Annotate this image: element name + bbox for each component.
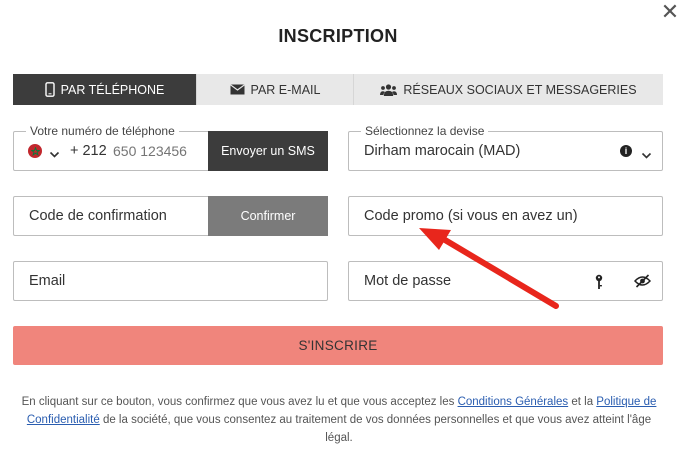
tab-social[interactable]: RÉSEAUX SOCIAUX ET MESSAGERIES [354,74,663,105]
envelope-icon [229,84,245,95]
chevron-down-icon[interactable] [641,147,652,165]
confirmation-code-placeholder: Code de confirmation [29,208,167,224]
email-field[interactable]: Email [13,261,328,301]
legal-text-part-1: En cliquant sur ce bouton, vous confirme… [21,396,458,408]
dial-code: + 212 [70,143,107,159]
currency-select[interactable]: Sélectionnez la devise Dirham marocain (… [348,124,663,171]
tab-social-label: RÉSEAUX SOCIAUX ET MESSAGERIES [403,82,637,97]
promo-code-field[interactable]: Code promo (si vous en avez un) [348,196,663,236]
send-sms-button[interactable]: Envoyer un SMS [208,131,328,171]
currency-value: Dirham marocain (MAD) [364,143,521,159]
tab-email-label: PAR E-MAIL [250,82,321,97]
morocco-flag-icon[interactable] [28,144,42,158]
legal-text-part-2: et la [568,396,597,408]
eye-slash-icon[interactable] [633,274,652,293]
terms-link[interactable]: Conditions Générales [458,396,569,408]
legal-text: En cliquant sur ce bouton, vous confirme… [14,393,664,447]
key-icon[interactable] [595,274,603,295]
password-field[interactable]: Mot de passe [348,261,663,301]
tab-email[interactable]: PAR E-MAIL [197,74,354,105]
legal-text-part-3: de la société, que vous consentez au tra… [99,414,652,444]
phone-icon [44,82,55,97]
chevron-down-icon[interactable] [49,146,60,164]
password-placeholder: Mot de passe [364,273,452,289]
registration-tabs: PAR TÉLÉPHONE PAR E-MAIL RÉSEAUX SOCIAUX… [13,74,663,105]
phone-input[interactable] [113,141,205,161]
confirm-button[interactable]: Confirmer [208,196,328,236]
info-icon[interactable]: i [620,145,632,157]
users-icon [380,83,398,96]
promo-code-placeholder: Code promo (si vous en avez un) [364,208,578,224]
email-placeholder: Email [29,273,66,289]
register-button[interactable]: S'INSCRIRE [13,326,663,365]
tab-phone[interactable]: PAR TÉLÉPHONE [13,74,197,105]
page-title: INSCRIPTION [278,26,398,46]
tab-phone-label: PAR TÉLÉPHONE [60,82,165,97]
close-icon[interactable]: ✕ [660,1,680,23]
phone-field-legend: Votre numéro de téléphone [26,124,179,138]
